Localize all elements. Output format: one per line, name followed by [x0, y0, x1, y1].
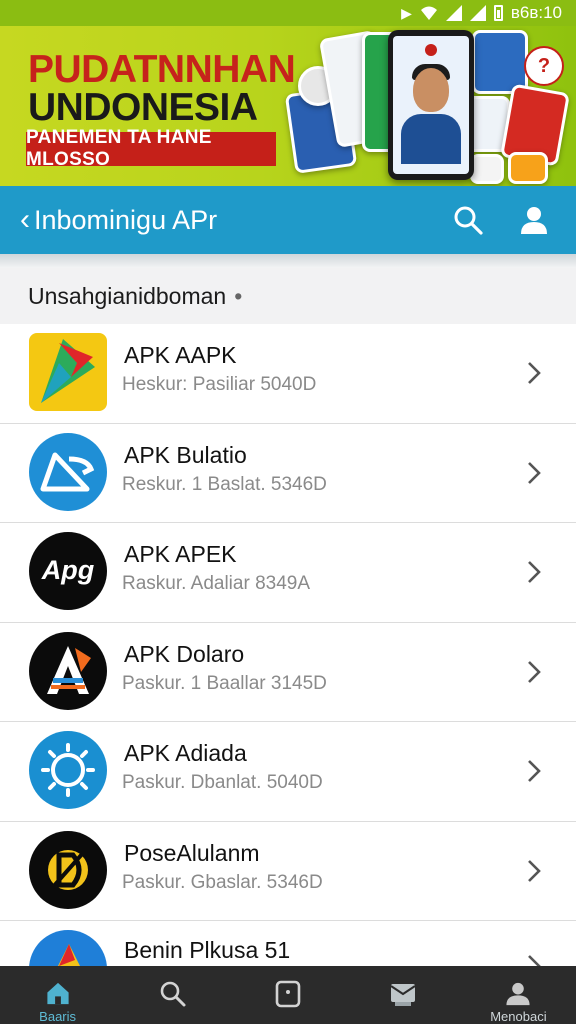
nav-inbox[interactable]: [346, 966, 461, 1024]
app-name: Benin Plkusa 51: [124, 937, 291, 963]
list-item[interactable]: APK Bulatio Reskur. 1 Baslat. 5346D: [0, 423, 576, 523]
app-list: APK AAPK Heskur: Pasiliar 5040D APK Bula…: [0, 324, 576, 1021]
back-chevron-icon[interactable]: ‹: [20, 205, 30, 235]
banner-phone: [388, 30, 474, 180]
list-item[interactable]: APK Dolaro Paskur. 1 Baallar 3145D: [0, 622, 576, 722]
chevron-right-icon: [528, 461, 541, 484]
app-name: APK Bulatio: [124, 441, 247, 468]
nav-home[interactable]: Baaris: [0, 966, 115, 1024]
search-icon: [160, 981, 186, 1007]
signal-icon: [445, 5, 462, 21]
nav-search[interactable]: [115, 966, 230, 1024]
red-flag-app-icon: [29, 333, 107, 411]
chevron-right-icon: [528, 859, 541, 882]
list-item[interactable]: PoseAlulanm Paskur. Gbaslar. 5346D: [0, 821, 576, 921]
section-header: Unsahgianidboman •: [0, 268, 576, 324]
app-name: PoseAlulanm: [124, 839, 260, 866]
nav-home-label: Baaris: [39, 1009, 77, 1024]
user-icon[interactable]: [518, 204, 550, 236]
list-item[interactable]: APK AAPK Heskur: Pasiliar 5040D: [0, 324, 576, 424]
chevron-right-icon: [528, 660, 541, 683]
chevron-right-icon: [528, 561, 541, 583]
nav-profile[interactable]: Menobaci: [461, 966, 576, 1024]
yellow-d-app-icon: [29, 830, 107, 909]
tablet-icon: [275, 980, 301, 1008]
app-name: APK Adiada: [124, 740, 247, 766]
chevron-right-icon: [528, 362, 541, 384]
app-subtitle: Heskur: Pasiliar 5040D: [122, 374, 317, 395]
app-subtitle: Raskur. Adaliar 8349A: [122, 573, 311, 594]
chevron-right-icon: [528, 760, 541, 782]
banner-badge-icon: ?: [524, 46, 564, 86]
app-name: APK APEK: [124, 541, 237, 567]
app-subtitle: Paskur. Dbanlat. 5040D: [122, 772, 323, 793]
section-title: Unsahgianidboman: [28, 282, 227, 309]
list-item[interactable]: APK Adiada Paskur. Dbanlat. 5040D: [0, 722, 576, 822]
signal-icon-2: [469, 5, 486, 21]
banner-card-8: [470, 154, 504, 184]
status-bar: ▶ ʙ6ʙ:10: [0, 0, 576, 26]
search-icon[interactable]: [452, 204, 484, 236]
section-dot: •: [234, 282, 243, 309]
banner-card-9: [508, 152, 548, 184]
bottom-nav: Baaris Menobaci: [0, 966, 576, 1024]
app-bar-shadow: [0, 254, 576, 268]
app-bar: ‹ Inbominigu APr: [0, 186, 576, 254]
app-subtitle: Reskur. 1 Baslat. 5346D: [122, 473, 327, 495]
notification-icon: ▶: [401, 4, 412, 21]
nav-profile-label: Menobaci: [490, 1009, 547, 1024]
status-time: ʙ6ʙ:10: [510, 3, 562, 22]
person-icon: [506, 982, 530, 1006]
app-subtitle: Paskur. 1 Baallar 3145D: [122, 672, 327, 694]
apg-app-icon: Apg: [29, 532, 107, 610]
triangle-app-icon: [29, 432, 107, 511]
wifi-icon: [420, 6, 437, 20]
banner-ribbon: PANEMEN TA HANE MLOSSO: [26, 127, 276, 170]
sun-app-icon: [29, 731, 107, 809]
nav-tablet[interactable]: [230, 966, 345, 1024]
battery-icon: [493, 5, 503, 21]
a-letter-app-icon: [29, 631, 107, 710]
banner-title-line2: UNDONESIA: [28, 86, 258, 129]
promo-banner[interactable]: PUDATNNHAN UNDONESIA PANEMEN TA HANE MLO…: [0, 26, 576, 186]
apg-icon-text: Apg: [41, 555, 95, 585]
app-name: APK Dolaro: [124, 640, 245, 667]
list-item[interactable]: Apg APK APEK Raskur. Adaliar 8349A: [0, 523, 576, 623]
app-name: APK AAPK: [124, 342, 237, 368]
home-icon: [46, 982, 69, 1005]
inbox-icon: [390, 984, 416, 1006]
app-subtitle: Paskur. Gbaslar. 5346D: [122, 871, 323, 893]
app-bar-title[interactable]: Inbominigu APr: [34, 205, 217, 236]
